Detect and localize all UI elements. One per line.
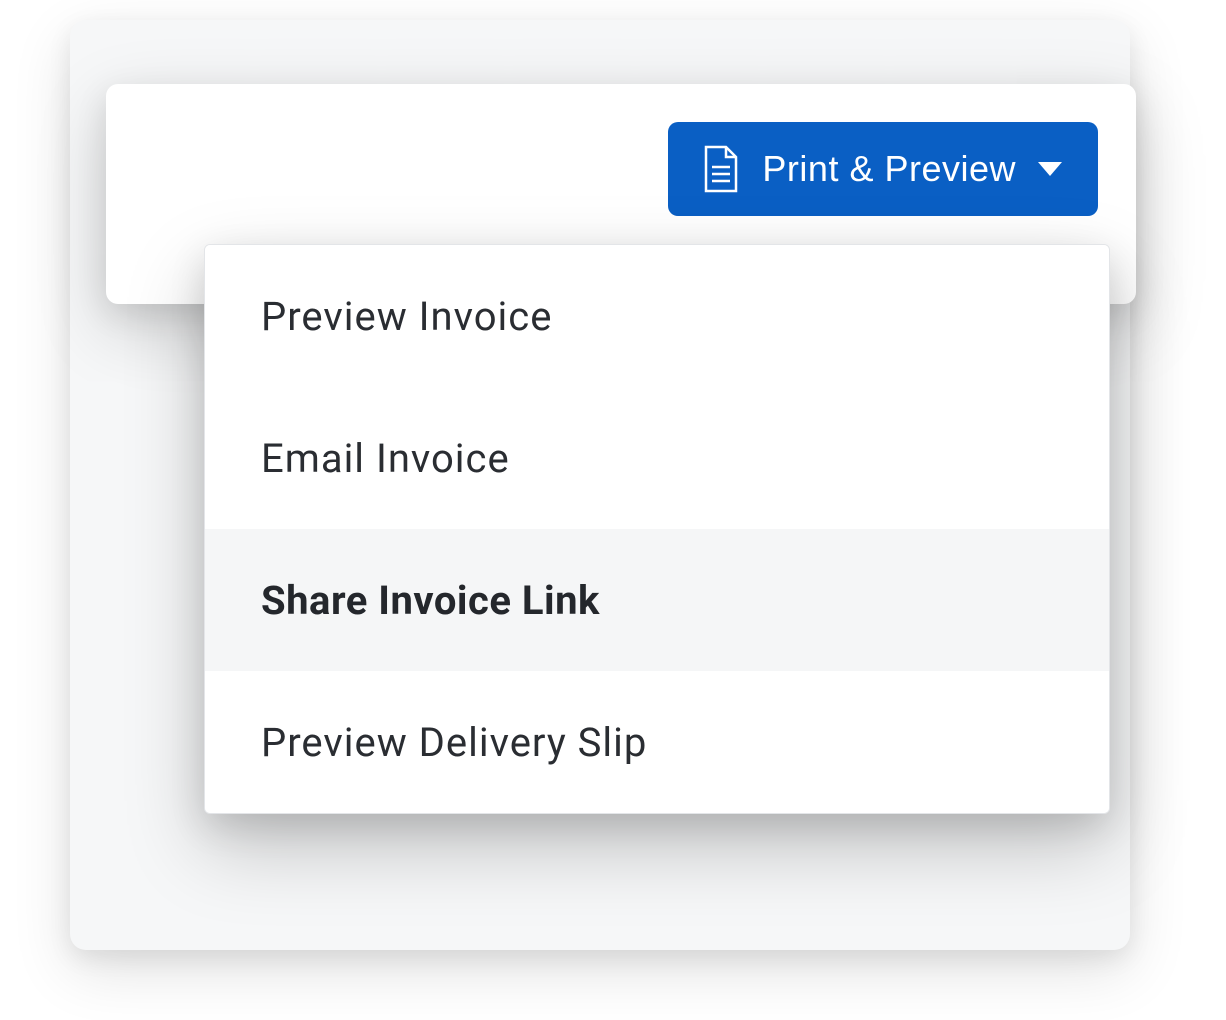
menu-item-share-invoice-link[interactable]: Share Invoice Link xyxy=(205,529,1109,671)
dropdown-menu: Preview Invoice Email Invoice Share Invo… xyxy=(204,244,1110,814)
menu-item-email-invoice[interactable]: Email Invoice xyxy=(205,387,1109,529)
menu-item-label: Email Invoice xyxy=(261,435,510,482)
menu-item-label: Share Invoice Link xyxy=(261,577,600,624)
document-icon xyxy=(700,145,740,193)
chevron-down-icon xyxy=(1038,162,1062,176)
menu-item-preview-invoice[interactable]: Preview Invoice xyxy=(205,245,1109,387)
print-preview-label: Print & Preview xyxy=(762,148,1016,190)
menu-item-label: Preview Invoice xyxy=(261,293,552,340)
menu-item-label: Preview Delivery Slip xyxy=(261,719,647,766)
menu-item-preview-delivery-slip[interactable]: Preview Delivery Slip xyxy=(205,671,1109,813)
print-preview-button[interactable]: Print & Preview xyxy=(668,122,1098,216)
